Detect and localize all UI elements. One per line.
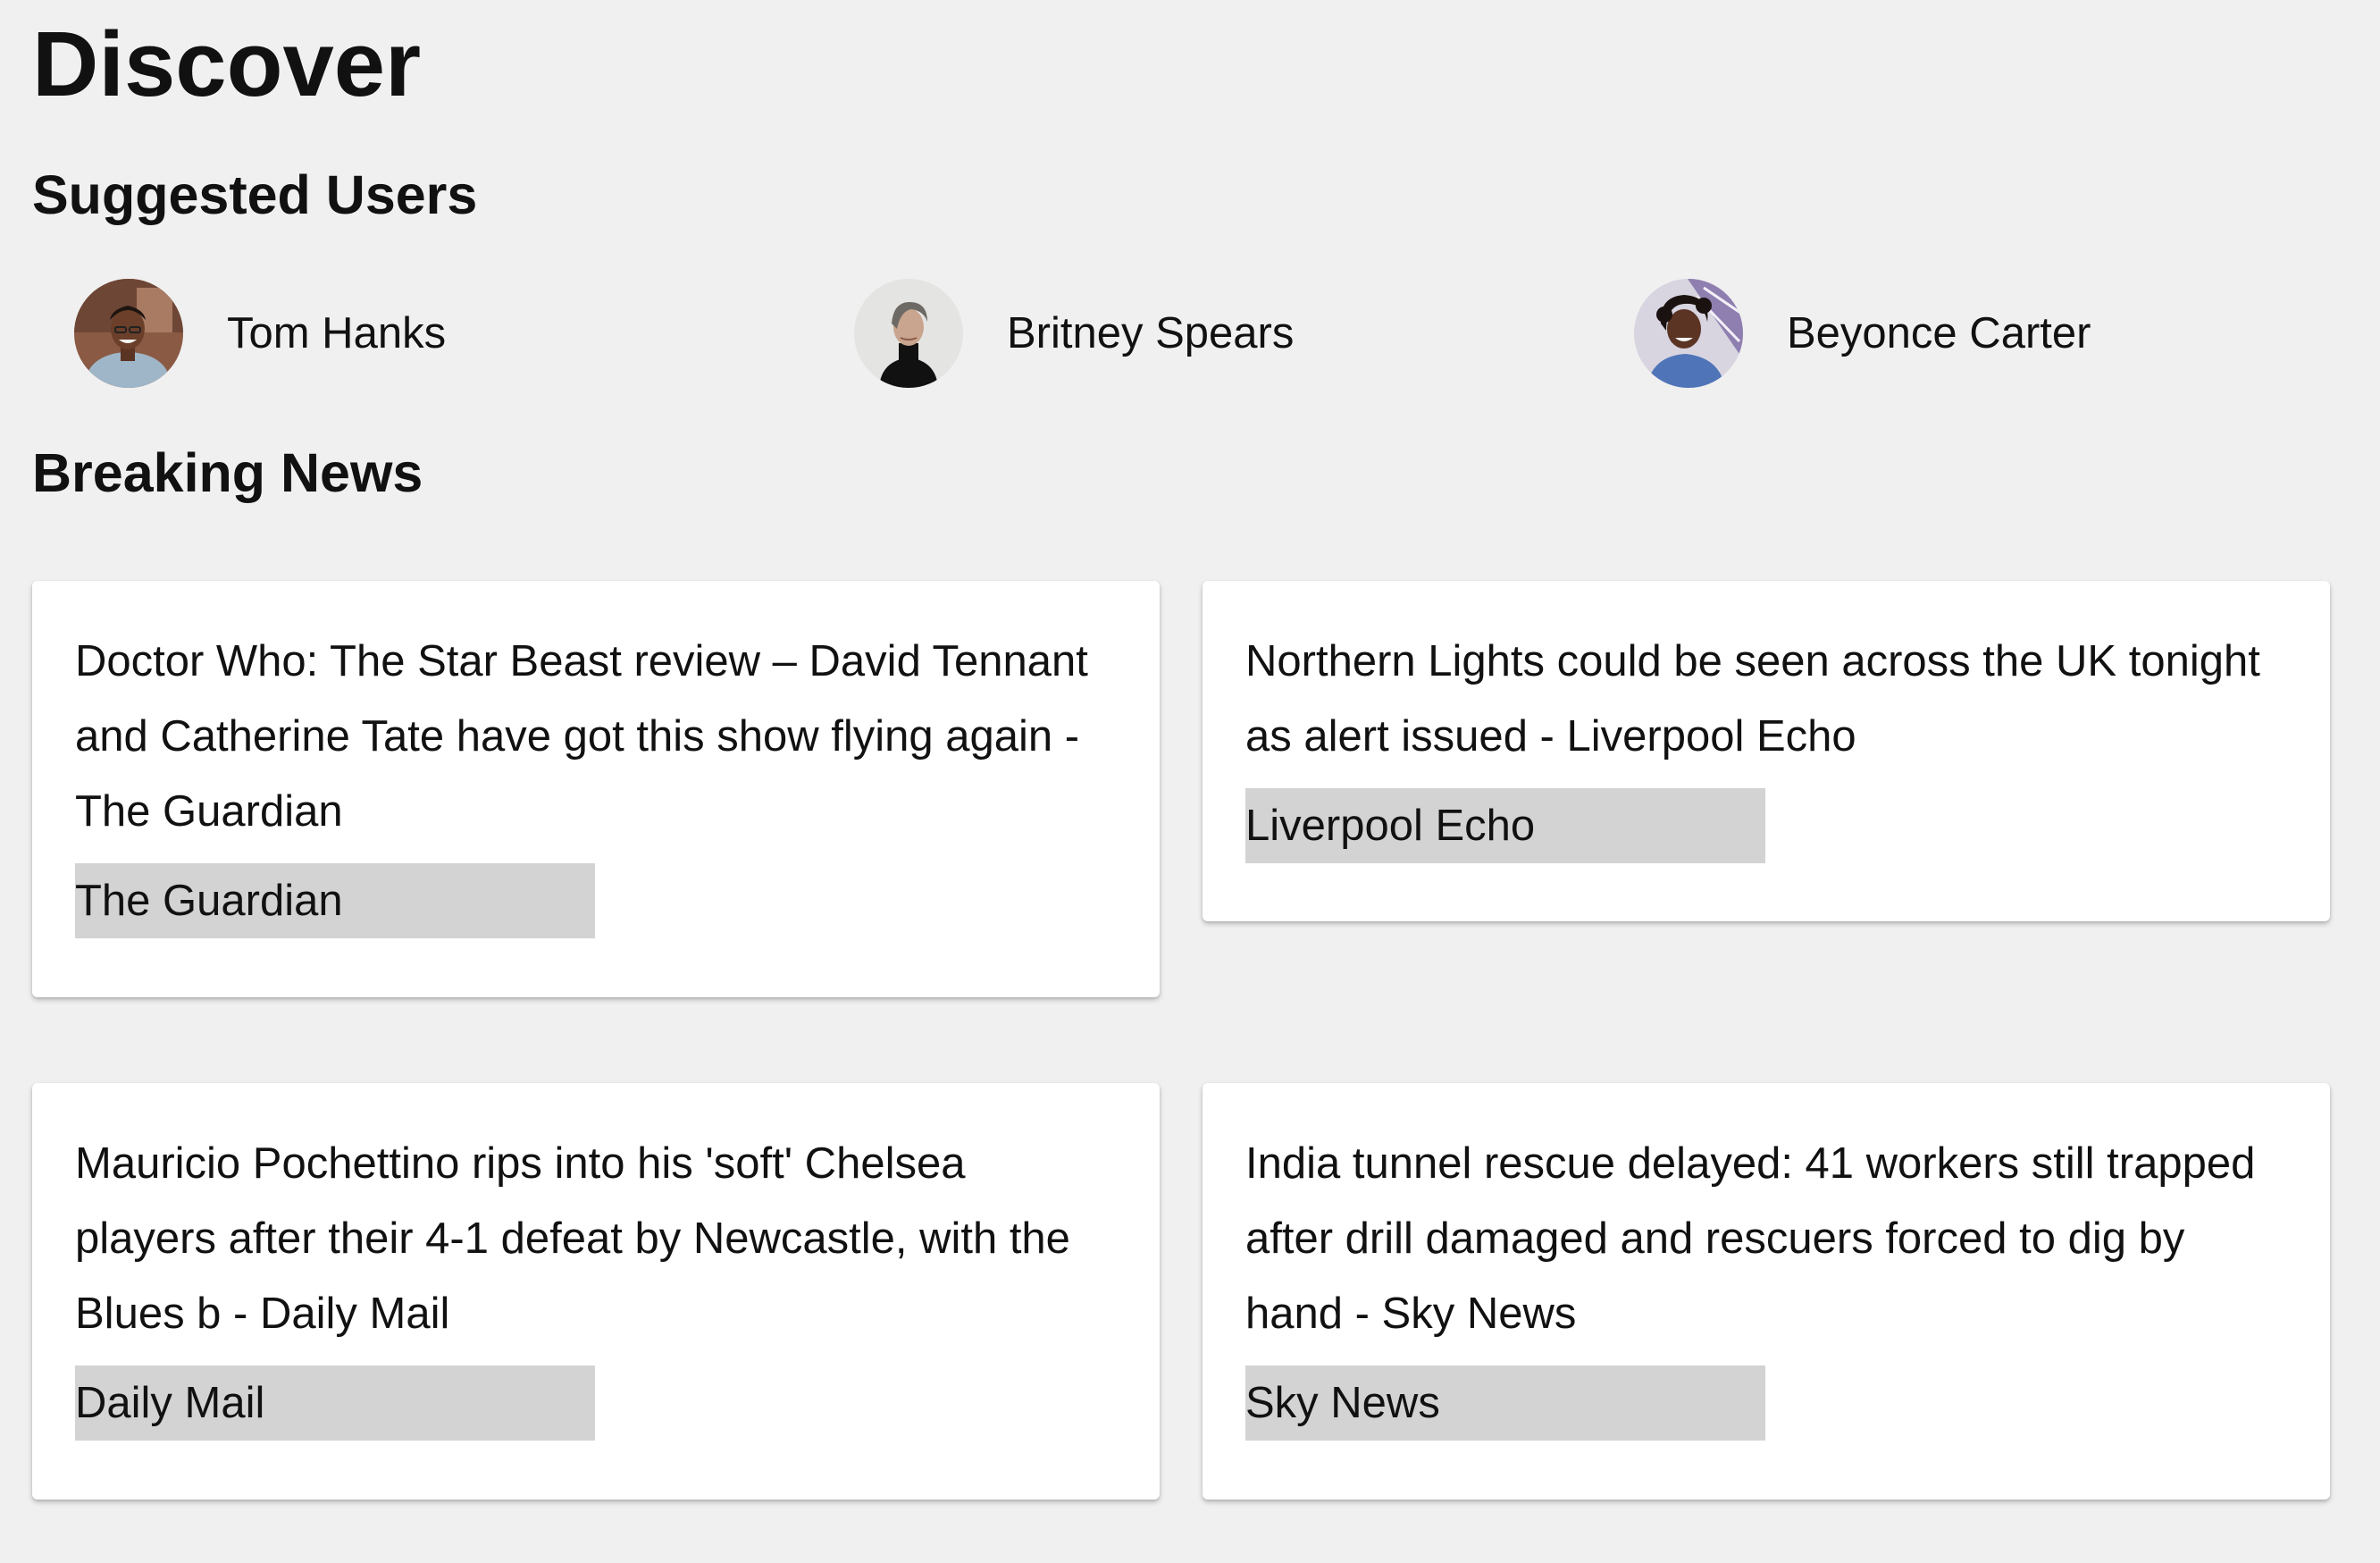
suggested-user-beyonce-carter[interactable]: Beyonce Carter — [1634, 277, 2091, 389]
breaking-news-heading: Breaking News — [32, 442, 423, 503]
news-source-tag: Liverpool Echo — [1245, 788, 1765, 863]
page-title: Discover — [32, 13, 422, 115]
suggested-users-list: Tom Hanks Britney Spears Beyonce Carter — [32, 277, 2348, 389]
user-name[interactable]: Tom Hanks — [227, 307, 446, 360]
suggested-user-britney-spears[interactable]: Britney Spears — [854, 277, 1294, 389]
news-card[interactable]: Northern Lights could be seen across the… — [1203, 581, 2330, 921]
news-source-tag: The Guardian — [75, 863, 595, 938]
news-source-tag: Sky News — [1245, 1366, 1765, 1441]
user-avatar-photo-icon — [1634, 278, 1743, 388]
user-name[interactable]: Britney Spears — [1007, 307, 1294, 360]
suggested-users-heading: Suggested Users — [32, 164, 478, 225]
news-card[interactable]: Mauricio Pochettino rips into his 'soft'… — [32, 1083, 1160, 1500]
news-headline[interactable]: India tunnel rescue delayed: 41 workers … — [1245, 1126, 2287, 1351]
news-source-tag: Daily Mail — [75, 1366, 595, 1441]
news-card[interactable]: India tunnel rescue delayed: 41 workers … — [1203, 1083, 2330, 1500]
user-avatar[interactable] — [74, 278, 183, 388]
user-name[interactable]: Beyonce Carter — [1787, 307, 2091, 360]
user-avatar[interactable] — [1634, 278, 1743, 388]
news-headline[interactable]: Northern Lights could be seen across the… — [1245, 624, 2287, 774]
suggested-user-tom-hanks[interactable]: Tom Hanks — [74, 277, 446, 389]
user-avatar-photo-icon — [854, 278, 963, 388]
news-card[interactable]: Doctor Who: The Star Beast review – Davi… — [32, 581, 1160, 997]
news-headline[interactable]: Mauricio Pochettino rips into his 'soft'… — [75, 1126, 1117, 1351]
news-headline[interactable]: Doctor Who: The Star Beast review – Davi… — [75, 624, 1117, 849]
user-avatar-photo-icon — [74, 278, 183, 388]
user-avatar[interactable] — [854, 278, 963, 388]
